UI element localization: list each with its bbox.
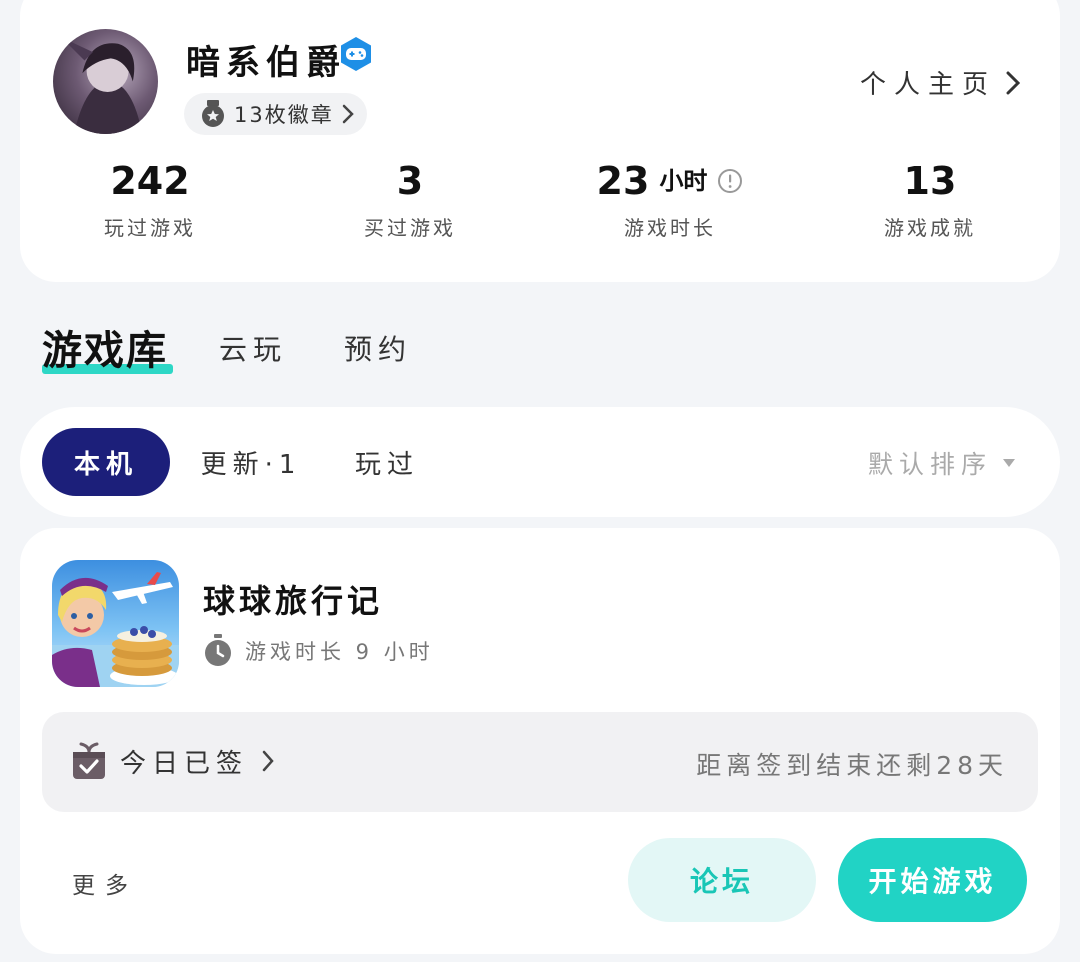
game-playtime-label: 游戏时长 9 小时 (245, 640, 434, 664)
chevron-right-icon (262, 750, 274, 772)
avatar[interactable] (53, 29, 158, 134)
stat-value: 13 (903, 159, 957, 203)
tab-label: 游戏库 (42, 328, 168, 374)
game-title[interactable]: 球球旅行记 (203, 576, 383, 622)
stat-label: 玩过游戏 (104, 216, 196, 240)
stat-games-played[interactable]: 242 玩过游戏 (20, 158, 280, 241)
stat-label: 买过游戏 (364, 216, 456, 240)
game-playtime: 游戏时长 9 小时 (203, 634, 434, 668)
stat-value: 23 (596, 159, 650, 203)
info-icon[interactable] (717, 168, 743, 194)
filter-played[interactable]: 玩过 (342, 428, 432, 496)
medal-chip-label: 13枚徽章 (234, 103, 334, 127)
stat-achievements[interactable]: 13 游戏成就 (800, 158, 1060, 241)
tab-label: 云玩 (219, 333, 288, 366)
sort-select-label: 默认排序 (867, 450, 992, 479)
profile-card: 暗系伯爵 13枚徽章 个人主页 242 玩过游戏 3 买过游戏 23 小时 游戏… (20, 0, 1060, 282)
gift-check-icon (73, 742, 105, 779)
checkin-bar[interactable]: 今日已签 距离签到结束还剩28天 (42, 712, 1038, 812)
gamepad-verify-icon (341, 37, 371, 71)
username: 暗系伯爵 (186, 43, 346, 83)
game-card: 球球旅行记 游戏时长 9 小时 今日已签 距离签到结束还剩28天 更多 论坛 开… (20, 528, 1060, 954)
stopwatch-icon (205, 634, 231, 666)
more-link[interactable]: 更多 (72, 866, 138, 900)
forum-button[interactable]: 论坛 (628, 838, 816, 922)
filter-local[interactable]: 本机 (42, 428, 170, 496)
homepage-link-label: 个人主页 (859, 70, 996, 100)
homepage-link[interactable]: 个人主页 (860, 64, 1020, 101)
chevron-right-icon (342, 104, 354, 124)
medal-chip[interactable]: 13枚徽章 (184, 93, 367, 135)
tab-label: 预约 (344, 333, 413, 366)
tab-cloud-play[interactable]: 云玩 (219, 328, 287, 368)
checkin-status-label: 今日已签 (120, 748, 249, 779)
game-icon-artwork (52, 572, 179, 687)
stat-value: 3 (396, 159, 424, 203)
start-game-button[interactable]: 开始游戏 (838, 838, 1027, 922)
stat-play-time[interactable]: 23 小时 游戏时长 (540, 158, 800, 241)
filter-updates[interactable]: 更新·1 (196, 428, 306, 496)
tab-reservations[interactable]: 预约 (344, 328, 412, 368)
stat-unit: 小时 (659, 167, 708, 195)
filter-bar: 本机 更新·1 玩过 默认排序 (20, 407, 1060, 517)
stat-games-bought[interactable]: 3 买过游戏 (280, 158, 540, 241)
checkin-remaining: 距离签到结束还剩28天 (696, 751, 1008, 780)
stats-row: 242 玩过游戏 3 买过游戏 23 小时 游戏时长 13 游戏成就 (20, 158, 1060, 248)
avatar-image (61, 37, 143, 134)
caret-down-icon (1003, 459, 1015, 467)
tab-game-library[interactable]: 游戏库 (42, 318, 173, 376)
stat-label: 游戏成就 (884, 216, 976, 240)
chevron-right-icon (1006, 71, 1020, 94)
checkin-status[interactable]: 今日已签 (72, 742, 274, 780)
game-icon[interactable] (52, 560, 179, 687)
stat-value: 242 (110, 159, 190, 203)
sort-select[interactable]: 默认排序 (868, 445, 1016, 481)
stat-label: 游戏时长 (624, 216, 716, 240)
medal-icon (202, 100, 224, 127)
